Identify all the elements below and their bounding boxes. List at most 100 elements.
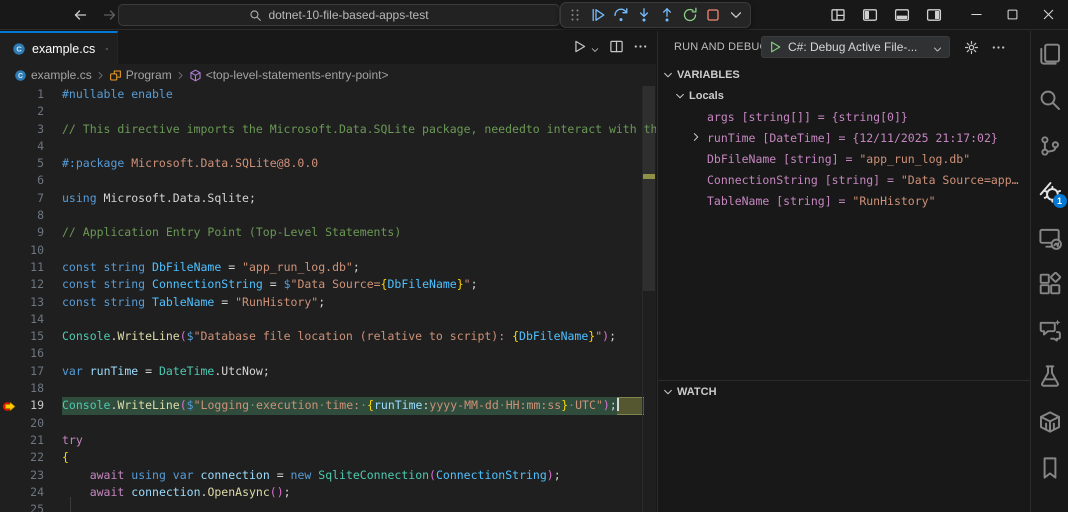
- breakpoint-margin[interactable]: [0, 484, 20, 501]
- code-line-text[interactable]: [62, 207, 656, 224]
- code-line-text[interactable]: [62, 311, 656, 328]
- chevron-down-icon[interactable]: [728, 7, 744, 23]
- minimize-button[interactable]: [958, 0, 994, 29]
- breakpoint-margin[interactable]: [0, 242, 20, 259]
- bookmarks-icon[interactable]: [1038, 456, 1062, 480]
- source-control-icon[interactable]: [1038, 134, 1062, 158]
- chat-icon[interactable]: [1038, 318, 1062, 342]
- code-line[interactable]: 11 const string DbFileName = "app_run_log…: [0, 259, 656, 276]
- code-line-text[interactable]: // This directive imports the Microsoft.…: [62, 121, 656, 138]
- debug-step-over-icon[interactable]: [613, 7, 629, 23]
- code-line[interactable]: 5 #:package Microsoft.Data.SQLite@8.0.0: [0, 155, 656, 172]
- testing-icon[interactable]: [1038, 364, 1062, 388]
- code-line[interactable]: 15 Console.WriteLine($"Database file loca…: [0, 328, 656, 345]
- code-line-text[interactable]: [62, 172, 656, 189]
- code-line-text[interactable]: [62, 380, 656, 397]
- variable-row[interactable]: args [string[]] = {string[0]}: [658, 106, 1030, 127]
- debug-stop-icon[interactable]: [705, 7, 721, 23]
- breakpoint-margin[interactable]: [0, 380, 20, 397]
- variable-row[interactable]: runTime [DateTime] = {12/11/2025 21:17:0…: [658, 127, 1030, 148]
- toggle-sidebar-left-icon[interactable]: [862, 7, 878, 23]
- debug-settings-gear-icon[interactable]: [964, 40, 979, 55]
- search-icon[interactable]: [1038, 88, 1062, 112]
- code-line[interactable]: 7 using Microsoft.Data.Sqlite;: [0, 190, 656, 207]
- code-line-text[interactable]: {: [62, 449, 656, 466]
- code-line-text[interactable]: const string ConnectionString = $"Data S…: [62, 276, 656, 293]
- code-line-text[interactable]: const string DbFileName = "app_run_log.d…: [62, 259, 656, 276]
- breakpoint-margin[interactable]: [0, 190, 20, 207]
- debug-restart-icon[interactable]: [682, 7, 698, 23]
- code-line-text[interactable]: [62, 138, 656, 155]
- code-line[interactable]: 4: [0, 138, 656, 155]
- code-line[interactable]: 22 {: [0, 449, 656, 466]
- code-line-text[interactable]: [62, 345, 656, 362]
- code-line[interactable]: 21 try: [0, 432, 656, 449]
- breakpoint-margin[interactable]: [0, 294, 20, 311]
- breadcrumb-item[interactable]: <top-level-statements-entry-point>: [189, 68, 388, 82]
- code-line-text[interactable]: [62, 242, 656, 259]
- breakpoint-margin[interactable]: [0, 328, 20, 345]
- breakpoint-margin[interactable]: [0, 224, 20, 241]
- variable-row[interactable]: TableName [string] = "RunHistory": [658, 190, 1030, 211]
- watch-section-header[interactable]: WATCH: [658, 381, 1030, 403]
- code-line[interactable]: 17 var runTime = DateTime.UtcNow;: [0, 363, 656, 380]
- debug-step-into-icon[interactable]: [636, 7, 652, 23]
- code-line[interactable]: 14: [0, 311, 656, 328]
- code-editor[interactable]: 1 #nullable enable 2 3// This directive imp…: [0, 86, 656, 512]
- code-line-text[interactable]: try: [62, 432, 656, 449]
- breakpoint-margin[interactable]: [0, 501, 20, 512]
- debug-step-out-icon[interactable]: [659, 7, 675, 23]
- code-line[interactable]: 23 await using var connection = new Sqli…: [0, 467, 656, 484]
- variables-section-header[interactable]: VARIABLES: [658, 65, 1030, 85]
- command-center-search[interactable]: dotnet-10-file-based-apps-test: [118, 4, 560, 26]
- code-line-text[interactable]: const string TableName = "RunHistory";: [62, 294, 656, 311]
- tab-example-cs[interactable]: C example.cs: [0, 31, 118, 64]
- toggle-sidebar-right-icon[interactable]: [926, 7, 942, 23]
- variable-row[interactable]: DbFileName [string] = "app_run_log.db": [658, 148, 1030, 169]
- remote-explorer-icon[interactable]: [1038, 226, 1062, 250]
- variable-row[interactable]: ConnectionString [string] = "Data Source…: [658, 169, 1030, 190]
- breakpoint-margin[interactable]: [0, 138, 20, 155]
- breakpoint-margin[interactable]: [0, 363, 20, 380]
- navigate-forward-icon[interactable]: [102, 7, 118, 23]
- code-line[interactable]: 20: [0, 415, 656, 432]
- breadcrumb-item[interactable]: Program: [109, 68, 172, 82]
- code-line[interactable]: 16: [0, 345, 656, 362]
- code-line[interactable]: 19 Console.WriteLine($"Logging·execution·…: [0, 397, 656, 415]
- breakpoint-margin[interactable]: [0, 259, 20, 276]
- code-line[interactable]: 6: [0, 172, 656, 189]
- code-line-text[interactable]: var runTime = DateTime.UtcNow;: [62, 363, 656, 380]
- code-line[interactable]: 8: [0, 207, 656, 224]
- toggle-panel-icon[interactable]: [894, 7, 910, 23]
- breakpoint-margin[interactable]: [0, 207, 20, 224]
- close-button[interactable]: [1030, 0, 1066, 29]
- explorer-icon[interactable]: [1038, 42, 1062, 66]
- scrollbar-slider[interactable]: [643, 86, 655, 291]
- breakpoint-margin[interactable]: [0, 345, 20, 362]
- debug-continue-icon[interactable]: [590, 7, 606, 23]
- locals-scope-row[interactable]: Locals: [658, 85, 1030, 106]
- code-line[interactable]: 1 #nullable enable: [0, 86, 656, 103]
- code-line[interactable]: 12 const string ConnectionString = $"Data…: [0, 276, 656, 293]
- code-line-text[interactable]: #nullable enable: [62, 86, 656, 103]
- navigate-back-icon[interactable]: [72, 7, 88, 23]
- breakpoint-margin[interactable]: [0, 103, 20, 120]
- maximize-button[interactable]: [994, 0, 1030, 29]
- code-line-text[interactable]: Console.WriteLine($"Logging·execution·ti…: [62, 397, 644, 415]
- run-options-chevron-icon[interactable]: [590, 42, 600, 52]
- code-line-text[interactable]: await using var connection = new SqliteC…: [62, 467, 656, 484]
- breakpoint-margin[interactable]: [0, 276, 20, 293]
- gripper-icon[interactable]: [567, 7, 583, 23]
- breadcrumb-item[interactable]: Cexample.cs: [14, 68, 92, 82]
- more-actions-button[interactable]: [633, 39, 648, 54]
- chevron-collapsed-icon[interactable]: [690, 131, 702, 143]
- code-line-text[interactable]: [62, 415, 656, 432]
- code-line[interactable]: 10: [0, 242, 656, 259]
- run-code-button[interactable]: [572, 39, 587, 54]
- code-line[interactable]: 2: [0, 103, 656, 120]
- panel-more-actions-icon[interactable]: [991, 40, 1006, 55]
- split-editor-button[interactable]: [609, 39, 624, 54]
- extensions-icon[interactable]: [1038, 272, 1062, 296]
- breakpoint-margin[interactable]: [0, 86, 20, 103]
- code-line-text[interactable]: using Microsoft.Data.Sqlite;: [62, 190, 656, 207]
